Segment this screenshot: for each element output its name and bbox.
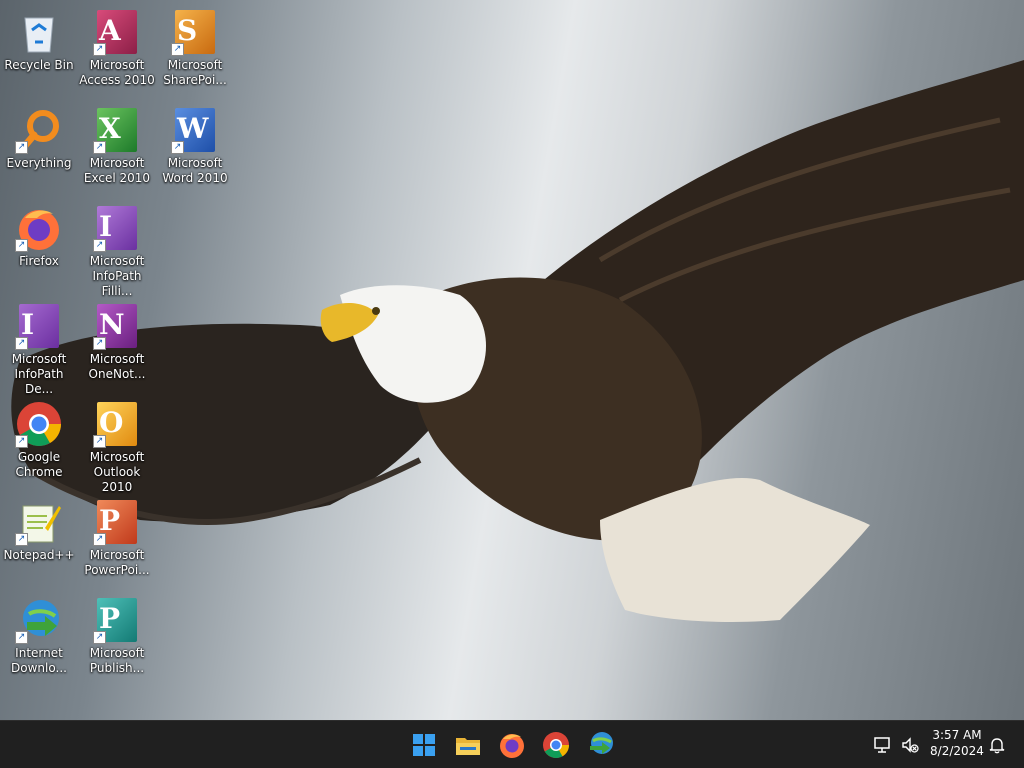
desktop-icon-infopath-filler[interactable]: I ↗ Microsoft InfoPath Filli... xyxy=(79,200,155,298)
powerpoint-icon: P ↗ xyxy=(93,498,141,546)
desktop-icon-recycle-bin[interactable]: Recycle Bin xyxy=(1,4,77,94)
desktop-icon-label: Microsoft OneNot... xyxy=(88,352,146,381)
desktop-icon-firefox[interactable]: ↗ Firefox xyxy=(1,200,77,290)
desktop-icon-label: Microsoft Outlook 2010 xyxy=(89,450,145,494)
desktop-icon-publisher[interactable]: P ↗ Microsoft Publish... xyxy=(79,592,155,682)
desktop-icon-label: Microsoft PowerPoi... xyxy=(84,548,150,577)
access-icon: A ↗ xyxy=(93,8,141,56)
desktop-icon-label: Microsoft Access 2010 xyxy=(79,58,155,87)
excel-icon: X ↗ xyxy=(93,106,141,154)
desktop-icon-microsoft-word-2010[interactable]: W ↗ Microsoft Word 2010 xyxy=(157,102,233,192)
recycle-bin-icon xyxy=(15,8,63,56)
internet-download-manager-icon: ↗ xyxy=(15,596,63,644)
desktop-icon-notepad-plus-plus[interactable]: ↗ Notepad++ xyxy=(1,494,77,584)
windows-logo-icon xyxy=(413,734,435,756)
desktop-icon-powerpoint[interactable]: P ↗ Microsoft PowerPoi... xyxy=(79,494,155,584)
desktop-icon-label: Microsoft InfoPath Filli... xyxy=(89,254,145,298)
clock-date: 8/2/2024 xyxy=(930,744,984,758)
folder-icon xyxy=(456,738,480,755)
clock[interactable]: 3:57 AM 8/2/2024 xyxy=(926,727,988,759)
taskbar-file-explorer-button[interactable] xyxy=(452,729,484,761)
desktop-icon-label: Recycle Bin xyxy=(4,58,74,72)
desktop-icon-label: Google Chrome xyxy=(15,450,63,479)
notification-bell-icon[interactable] xyxy=(987,735,1007,755)
desktop-icon-label: Microsoft Excel 2010 xyxy=(83,156,151,185)
desktop-icon-label: Firefox xyxy=(19,254,59,268)
desktop-icon-microsoft-excel-2010[interactable]: X ↗ Microsoft Excel 2010 xyxy=(79,102,155,192)
firefox-icon: ↗ xyxy=(15,204,63,252)
desktop-icon-label: Everything xyxy=(6,156,72,170)
desktop-icon-infopath-designer[interactable]: I ↗ Microsoft InfoPath De... xyxy=(1,298,77,396)
desktop-icon-google-chrome[interactable]: ↗ Google Chrome xyxy=(1,396,77,486)
internet-download-manager-icon xyxy=(590,732,613,754)
chrome-icon xyxy=(543,732,570,759)
taskbar: 3:57 AM 8/2/2024 xyxy=(0,720,1024,768)
clock-time: 3:57 AM xyxy=(932,728,982,742)
desktop-icon-label: Internet Downlo... xyxy=(11,646,67,675)
desktop-icon-internet-download-manager[interactable]: ↗ Internet Downlo... xyxy=(1,592,77,682)
infopath-designer-icon: I ↗ xyxy=(15,302,63,350)
everything-search-icon: ↗ xyxy=(15,106,63,154)
onenote-icon: N ↗ xyxy=(93,302,141,350)
publisher-icon: P ↗ xyxy=(93,596,141,644)
desktop-icon-label: Notepad++ xyxy=(3,548,75,562)
network-icon[interactable] xyxy=(873,735,893,755)
volume-muted-icon[interactable] xyxy=(900,735,920,755)
outlook-icon: O ↗ xyxy=(93,400,141,448)
firefox-icon xyxy=(500,734,524,758)
desktop-icon-onenote[interactable]: N ↗ Microsoft OneNot... xyxy=(79,298,155,388)
desktop-icon-sharepoint[interactable]: S ↗ Microsoft SharePoi... xyxy=(157,4,233,94)
desktop-icon-label: Microsoft Publish... xyxy=(89,646,145,675)
desktop-icon-label: Microsoft SharePoi... xyxy=(163,58,227,87)
chrome-icon: ↗ xyxy=(15,400,63,448)
taskbar-idm-button[interactable] xyxy=(584,729,616,761)
desktop-icon-everything[interactable]: ↗ Everything xyxy=(1,102,77,192)
sharepoint-icon: S ↗ xyxy=(171,8,219,56)
desktop-icon-label: Microsoft InfoPath De... xyxy=(11,352,67,396)
taskbar-firefox-button[interactable] xyxy=(496,729,528,761)
desktop-icon-label: Microsoft Word 2010 xyxy=(162,156,228,185)
word-icon: W ↗ xyxy=(171,106,219,154)
notepad-plus-plus-icon: ↗ xyxy=(15,498,63,546)
taskbar-chrome-button[interactable] xyxy=(540,729,572,761)
desktop-icon-outlook-2010[interactable]: O ↗ Microsoft Outlook 2010 xyxy=(79,396,155,494)
start-button[interactable] xyxy=(408,729,440,761)
desktop-icon-microsoft-access-2010[interactable]: A ↗ Microsoft Access 2010 xyxy=(79,4,155,94)
infopath-filler-icon: I ↗ xyxy=(93,204,141,252)
